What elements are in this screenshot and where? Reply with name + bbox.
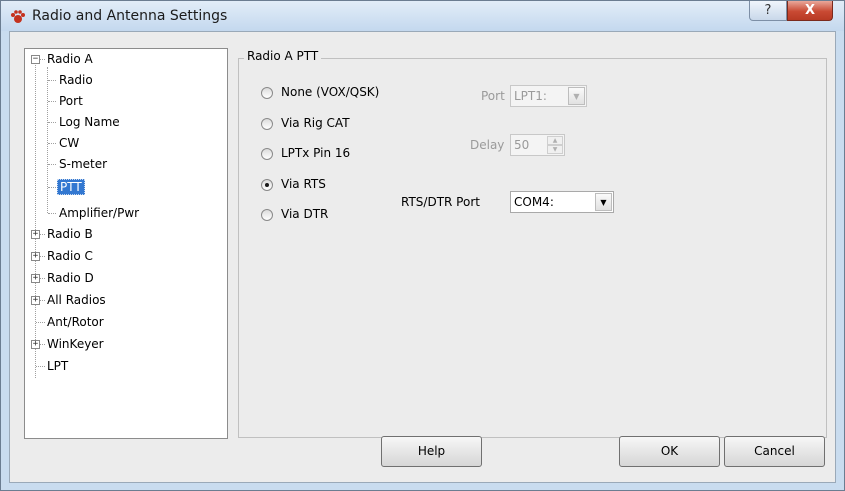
tree-item-radio-d[interactable]: Radio D <box>45 271 96 285</box>
title-bar[interactable]: Radio and Antenna Settings ? X <box>1 1 844 31</box>
rts-dtr-port-value: COM4: <box>514 195 554 209</box>
tree-item-cw[interactable]: CW <box>57 136 81 150</box>
spin-up-icon: ▲ <box>547 136 563 145</box>
expand-winkeyer-icon[interactable]: + <box>31 340 40 349</box>
tree-item-lpt[interactable]: LPT <box>45 359 70 373</box>
radio-button[interactable] <box>261 118 273 130</box>
cancel-button[interactable]: Cancel <box>724 436 825 467</box>
dialog-window: Radio and Antenna Settings ? X − Radio A… <box>0 0 845 491</box>
settings-tree[interactable]: − Radio A Radio Port Log Name CW S-meter… <box>24 48 228 439</box>
tree-connector <box>48 213 56 214</box>
ok-button[interactable]: OK <box>619 436 720 467</box>
radio-button[interactable] <box>261 148 273 160</box>
tree-item-log-name[interactable]: Log Name <box>57 115 122 129</box>
delay-label: Delay <box>470 138 505 152</box>
help-button[interactable]: Help <box>381 436 482 467</box>
close-button[interactable]: X <box>787 1 833 21</box>
chevron-down-icon: ▼ <box>568 87 585 105</box>
tree-connector <box>48 122 56 123</box>
tree-item-s-meter[interactable]: S-meter <box>57 157 109 171</box>
tree-connector <box>36 366 45 367</box>
port-dropdown: LPT1: ▼ <box>510 85 587 107</box>
tree-item-radio-c[interactable]: Radio C <box>45 249 95 263</box>
expand-radio-d-icon[interactable]: + <box>31 274 40 283</box>
radio-button-selected[interactable] <box>261 179 273 191</box>
chevron-down-icon[interactable]: ▼ <box>595 193 612 211</box>
tree-item-radio-a[interactable]: Radio A <box>45 52 95 66</box>
tree-connector <box>36 322 45 323</box>
tree-guide-line <box>47 67 48 213</box>
radio-label: Via DTR <box>281 207 329 221</box>
port-value: LPT1: <box>514 89 547 103</box>
radio-button[interactable] <box>261 209 273 221</box>
dialog-client-area: − Radio A Radio Port Log Name CW S-meter… <box>9 31 836 483</box>
radio-button[interactable] <box>261 87 273 99</box>
paw-icon <box>11 10 25 23</box>
delay-value: 50 <box>514 138 530 152</box>
rts-dtr-port-dropdown[interactable]: COM4: ▼ <box>510 191 614 213</box>
tree-item-amplifier-pwr[interactable]: Amplifier/Pwr <box>57 206 141 220</box>
tree-item-ant-rotor[interactable]: Ant/Rotor <box>45 315 106 329</box>
tree-guide-line <box>35 60 36 378</box>
help-title-button[interactable]: ? <box>749 1 787 21</box>
window-title: Radio and Antenna Settings <box>32 8 228 24</box>
port-label: Port <box>481 89 505 103</box>
tree-item-port[interactable]: Port <box>57 94 85 108</box>
spin-down-icon: ▼ <box>547 145 563 154</box>
tree-connector <box>48 143 56 144</box>
collapse-radio-a-icon[interactable]: − <box>31 55 40 64</box>
tree-connector <box>48 80 56 81</box>
radio-selected-dot <box>265 183 269 187</box>
expand-radio-b-icon[interactable]: + <box>31 230 40 239</box>
radio-label: Via RTS <box>281 177 326 191</box>
tree-item-winkeyer[interactable]: WinKeyer <box>45 337 106 351</box>
delay-spinner: 50 ▲ ▼ <box>510 134 565 156</box>
radio-label: None (VOX/QSK) <box>281 85 380 99</box>
tree-connector <box>48 164 56 165</box>
tree-connector <box>48 187 56 188</box>
expand-radio-c-icon[interactable]: + <box>31 252 40 261</box>
tree-item-radio-b[interactable]: Radio B <box>45 227 95 241</box>
tree-item-radio[interactable]: Radio <box>57 73 95 87</box>
tree-item-all-radios[interactable]: All Radios <box>45 293 108 307</box>
rts-dtr-port-label: RTS/DTR Port <box>401 195 480 209</box>
tree-item-ptt[interactable]: PTT <box>57 179 85 195</box>
radio-label: LPTx Pin 16 <box>281 146 351 160</box>
group-title: Radio A PTT <box>244 49 322 63</box>
expand-all-radios-icon[interactable]: + <box>31 296 40 305</box>
radio-label: Via Rig CAT <box>281 116 350 130</box>
tree-connector <box>48 101 56 102</box>
radio-a-ptt-group <box>238 58 827 438</box>
